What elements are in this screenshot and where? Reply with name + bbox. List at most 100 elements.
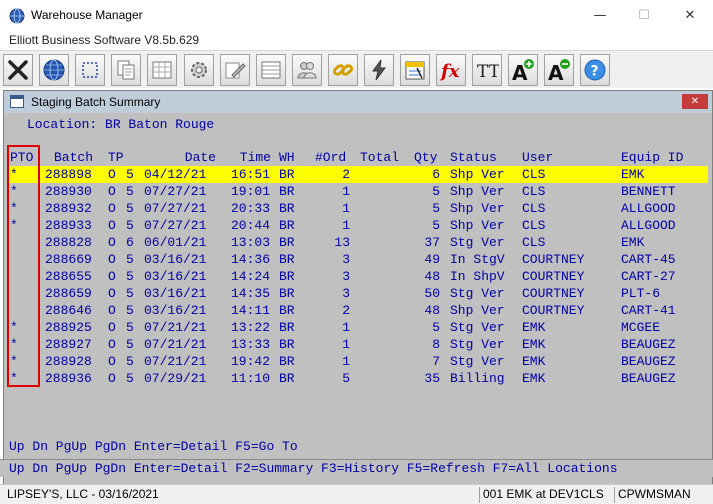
cell-order-type: O bbox=[108, 337, 116, 352]
function-key-bar: Up Dn PgUp PgDn Enter=Detail F2=Summary … bbox=[0, 459, 713, 477]
cell-ord: 3 bbox=[342, 286, 350, 301]
select-box-button[interactable] bbox=[75, 54, 105, 86]
globe-button[interactable] bbox=[39, 54, 69, 86]
table-row[interactable]: * 288936 O 5 07/29/21 11:10 BR 5 35 Billing EMK BEA… bbox=[9, 370, 708, 387]
cell-user: EMK bbox=[522, 320, 546, 335]
table-view-button[interactable] bbox=[147, 54, 177, 86]
cell-ord: 1 bbox=[342, 337, 350, 352]
cell-wh: BR bbox=[279, 201, 295, 216]
close-x-button[interactable] bbox=[3, 54, 33, 86]
cell-qty: 5 bbox=[432, 218, 440, 233]
cell-date: 03/16/21 bbox=[144, 269, 207, 284]
help-button[interactable]: ? bbox=[580, 54, 610, 86]
cell-ord: 13 bbox=[334, 235, 350, 250]
cell-time: 14:35 bbox=[231, 286, 271, 301]
lightning-icon bbox=[372, 59, 386, 81]
cell-ord: 1 bbox=[342, 184, 350, 199]
cell-batch: 288936 bbox=[45, 371, 92, 386]
minimize-button[interactable]: — bbox=[577, 0, 623, 31]
table-row-selected[interactable]: * 288898 O 5 04/12/21 16:51 BR 2 6 Shp Ver CLS EMK bbox=[9, 166, 708, 183]
cell-order-type: O bbox=[108, 303, 116, 318]
cell-date: 07/21/21 bbox=[144, 354, 207, 369]
font-decrease-button[interactable]: A bbox=[544, 54, 574, 86]
table-row[interactable]: * 288928 O 5 07/21/21 19:42 BR 1 7 Stg Ver EMK BEAU… bbox=[9, 353, 708, 370]
table-row[interactable]: 288646 O 5 03/16/21 14:11 BR 2 48 Shp Ver COURTNE… bbox=[9, 302, 708, 319]
table-row[interactable]: * 288932 O 5 07/27/21 20:33 BR 1 5 Shp Ver CLS ALLG… bbox=[9, 200, 708, 217]
cell-date: 04/12/21 bbox=[144, 167, 207, 182]
cell-batch: 288930 bbox=[45, 184, 92, 199]
font-style-button[interactable]: TT bbox=[472, 54, 502, 86]
table-row[interactable]: * 288930 O 5 07/27/21 19:01 BR 1 5 Shp Ver CLS BENN… bbox=[9, 183, 708, 200]
cell-user: CLS bbox=[522, 218, 546, 233]
table-row[interactable]: 288659 O 5 03/16/21 14:35 BR 3 50 Stg Ver COURTNE… bbox=[9, 285, 708, 302]
cell-user: COURTNEY bbox=[522, 269, 585, 284]
cell-date: 07/21/21 bbox=[144, 337, 207, 352]
cell-status: Shp Ver bbox=[450, 218, 505, 233]
quick-action-button[interactable] bbox=[364, 54, 394, 86]
cell-ord: 1 bbox=[342, 218, 350, 233]
cell-status: In StgV bbox=[450, 252, 505, 267]
edit-button[interactable] bbox=[220, 54, 250, 86]
table-row[interactable]: * 288933 O 5 07/27/21 20:44 BR 1 5 Shp Ver CLS ALLG… bbox=[9, 217, 708, 234]
cell-equip-id: BEAUGEZ bbox=[621, 371, 676, 386]
table-row[interactable]: * 288927 O 5 07/21/21 13:33 BR 1 8 Stg Ver EMK BEAU… bbox=[9, 336, 708, 353]
table-icon bbox=[152, 61, 172, 79]
copy-pages-button[interactable] bbox=[111, 54, 141, 86]
header-time: Time bbox=[239, 150, 271, 165]
title-bar: Warehouse Manager — ☐ ✕ bbox=[0, 0, 713, 32]
function-button[interactable]: fx bbox=[436, 54, 466, 86]
cell-time: 13:03 bbox=[231, 235, 271, 250]
function-icon: fx bbox=[439, 61, 460, 82]
maximize-button[interactable]: ☐ bbox=[621, 0, 667, 31]
cell-wh: BR bbox=[279, 269, 295, 284]
close-window-button[interactable]: ✕ bbox=[667, 0, 713, 31]
cell-date: 06/01/21 bbox=[144, 235, 207, 250]
header-ord: #Ord bbox=[315, 150, 347, 165]
gear-icon bbox=[191, 62, 207, 78]
cell-qty: 48 bbox=[424, 303, 440, 318]
cell-time: 13:22 bbox=[231, 320, 271, 335]
settings-button[interactable] bbox=[184, 54, 214, 86]
cell-equip-id: ALLGOOD bbox=[621, 218, 676, 233]
cell-equip-id: PLT-6 bbox=[621, 286, 661, 301]
list-button[interactable] bbox=[256, 54, 286, 86]
cell-equip-id: CART-45 bbox=[621, 252, 676, 267]
cell-user: CLS bbox=[522, 235, 546, 250]
svg-text:TT: TT bbox=[477, 62, 499, 82]
cell-order-type: O bbox=[108, 167, 116, 182]
cell-date: 07/27/21 bbox=[144, 218, 207, 233]
cell-tp: 5 bbox=[126, 167, 134, 182]
cell-status: Shp Ver bbox=[450, 184, 505, 199]
cell-user: EMK bbox=[522, 337, 546, 352]
font-increase-button[interactable]: A bbox=[508, 54, 538, 86]
users-button[interactable] bbox=[292, 54, 322, 86]
cell-ord: 2 bbox=[342, 167, 350, 182]
font-decrease-icon: A bbox=[548, 59, 570, 82]
chain-link-icon bbox=[332, 64, 354, 76]
table-row[interactable]: 288655 O 5 03/16/21 14:24 BR 3 48 In ShpV COURTNE… bbox=[9, 268, 708, 285]
cell-status: In ShpV bbox=[450, 269, 505, 284]
cell-tp: 5 bbox=[126, 371, 134, 386]
cell-batch: 288646 bbox=[45, 303, 92, 318]
header-batch: Batch bbox=[54, 150, 94, 165]
cell-user: CLS bbox=[522, 167, 546, 182]
table-row[interactable]: * 288925 O 5 07/21/21 13:22 BR 1 5 Stg Ver EMK MCGE… bbox=[9, 319, 708, 336]
cell-qty: 5 bbox=[432, 320, 440, 335]
list-icon bbox=[261, 61, 281, 79]
cell-batch: 288655 bbox=[45, 269, 92, 284]
pto-column-highlight-box bbox=[7, 145, 40, 387]
cell-batch: 288659 bbox=[45, 286, 92, 301]
cell-status: Stg Ver bbox=[450, 235, 505, 250]
calendar-button[interactable] bbox=[400, 54, 430, 86]
link-button[interactable] bbox=[328, 54, 358, 86]
navigation-hint-line: Up Dn PgUp PgDn Enter=Detail F5=Go To bbox=[9, 439, 298, 454]
table-row[interactable]: 288669 O 5 03/16/21 14:36 BR 3 49 In StgV COURTNE… bbox=[9, 251, 708, 268]
toolbar: fx TT A A ? bbox=[0, 50, 713, 88]
header-tp: TP bbox=[108, 150, 124, 165]
cell-wh: BR bbox=[279, 371, 295, 386]
child-close-button[interactable]: ✕ bbox=[682, 94, 708, 109]
table-row[interactable]: 288828 O 6 06/01/21 13:03 BR 13 37 Stg Ver CLS EMK bbox=[9, 234, 708, 251]
font-increase-icon: A bbox=[512, 59, 534, 82]
cell-ord: 1 bbox=[342, 354, 350, 369]
cell-tp: 5 bbox=[126, 201, 134, 216]
